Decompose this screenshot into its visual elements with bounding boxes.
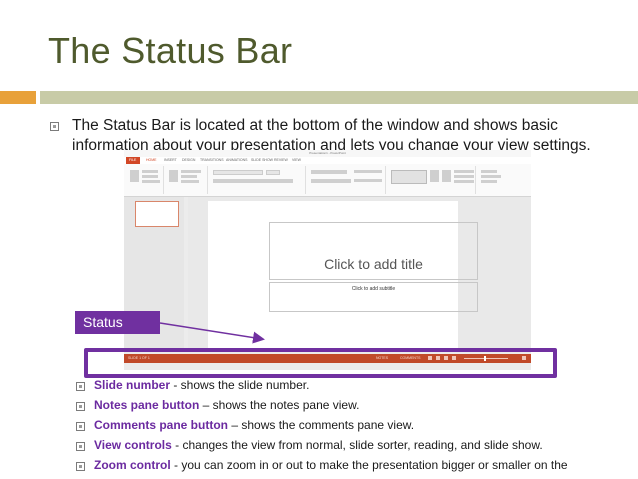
title-rule-accent: [0, 91, 36, 104]
bullet-description: – shows the notes pane view.: [199, 398, 360, 412]
ppt-tab-design[interactable]: DESIGN: [182, 158, 195, 162]
title-placeholder-text: Click to add title: [324, 256, 423, 272]
section-icon[interactable]: [181, 180, 199, 183]
bullet-icon: [76, 402, 85, 411]
main-bullet-icon: [50, 122, 59, 131]
bullet-icon: [76, 422, 85, 431]
ribbon-group-clipboard: [126, 166, 164, 194]
status-bar-highlight-frame: [84, 348, 557, 378]
ppt-tab-animations[interactable]: ANIMATIONS: [226, 158, 248, 162]
title-placeholder[interactable]: Click to add title: [269, 222, 478, 280]
bullet-term: Comments pane button: [94, 418, 228, 432]
font-name-field[interactable]: [213, 170, 263, 175]
ppt-tab-review[interactable]: REVIEW: [274, 158, 288, 162]
title-rule: [40, 91, 638, 104]
ppt-tab-slideshow[interactable]: SLIDE SHOW: [251, 158, 273, 162]
select-icon[interactable]: [481, 180, 497, 183]
ppt-tab-insert[interactable]: INSERT: [164, 158, 177, 162]
sub-bullet-list: Slide number - shows the slide number. N…: [76, 378, 636, 478]
bullet-description: - you can zoom in or out to make the pre…: [170, 458, 568, 472]
list-icons[interactable]: [311, 170, 347, 174]
layout-icon[interactable]: [181, 170, 201, 173]
ppt-ribbon: [124, 164, 531, 197]
replace-icon[interactable]: [481, 175, 501, 178]
ribbon-group-drawing: [388, 166, 476, 194]
bullet-icon: [76, 442, 85, 451]
ppt-slide-canvas: Click to add title Click to add subtitle: [188, 197, 531, 352]
status-callout-label: Status: [75, 311, 160, 334]
smartart-icon[interactable]: [354, 179, 382, 182]
bullet-term: Zoom control: [94, 458, 171, 472]
shape-outline-icon[interactable]: [454, 175, 474, 178]
bullet-description: – shows the comments pane view.: [228, 418, 415, 432]
format-painter-icon[interactable]: [142, 180, 160, 183]
ppt-tab-transitions[interactable]: TRANSITIONS: [200, 158, 224, 162]
ppt-tab-home[interactable]: HOME: [146, 158, 157, 162]
bullet-description: - shows the slide number.: [170, 378, 310, 392]
bullet-term: View controls: [94, 438, 172, 452]
list-item: Zoom control - you can zoom in or out to…: [76, 458, 636, 478]
ppt-window-title: Presentation1 - PowerPoint: [124, 150, 531, 157]
find-icon[interactable]: [481, 170, 497, 173]
list-item: Slide number - shows the slide number.: [76, 378, 636, 398]
ribbon-group-paragraph: [308, 166, 386, 194]
font-size-field[interactable]: [266, 170, 280, 175]
slide-title: The Status Bar: [48, 30, 293, 71]
ribbon-group-editing: [478, 166, 518, 194]
bullet-term: Slide number: [94, 378, 171, 392]
align-icons[interactable]: [311, 179, 351, 183]
powerpoint-screenshot: Presentation1 - PowerPoint FILE HOME INS…: [124, 150, 531, 370]
new-slide-icon[interactable]: [169, 170, 178, 182]
font-format-icons[interactable]: [213, 179, 293, 183]
bullet-icon: [76, 382, 85, 391]
ribbon-group-font: [210, 166, 306, 194]
reset-icon[interactable]: [181, 175, 197, 178]
bullet-icon: [76, 462, 85, 471]
copy-icon[interactable]: [142, 175, 158, 178]
text-direction-icon[interactable]: [354, 170, 382, 173]
list-item: Comments pane button – shows the comment…: [76, 418, 636, 438]
subtitle-placeholder-text: Click to add subtitle: [351, 286, 396, 292]
ppt-tab-view[interactable]: VIEW: [292, 158, 301, 162]
ppt-ribbon-tabs: FILE HOME INSERT DESIGN TRANSITIONS ANIM…: [124, 157, 531, 164]
subtitle-placeholder[interactable]: Click to add subtitle: [269, 282, 478, 312]
quick-styles-icon[interactable]: [442, 170, 451, 182]
arrange-icon[interactable]: [430, 170, 439, 182]
shapes-gallery[interactable]: [391, 170, 427, 184]
bullet-description: - changes the view from normal, slide so…: [171, 438, 543, 452]
list-item: Notes pane button – shows the notes pane…: [76, 398, 636, 418]
paste-icon[interactable]: [130, 170, 139, 182]
ppt-file-tab[interactable]: FILE: [126, 157, 140, 164]
ribbon-group-slides: [166, 166, 208, 194]
bullet-term: Notes pane button: [94, 398, 200, 412]
shape-fill-icon[interactable]: [454, 170, 474, 173]
ppt-tab-label: FILE: [129, 158, 137, 162]
slide-thumbnail[interactable]: [135, 201, 179, 227]
ppt-slide[interactable]: Click to add title Click to add subtitle: [208, 201, 478, 349]
cut-icon[interactable]: [142, 170, 158, 173]
list-item: View controls - changes the view from no…: [76, 438, 636, 458]
shape-effects-icon[interactable]: [454, 180, 474, 183]
